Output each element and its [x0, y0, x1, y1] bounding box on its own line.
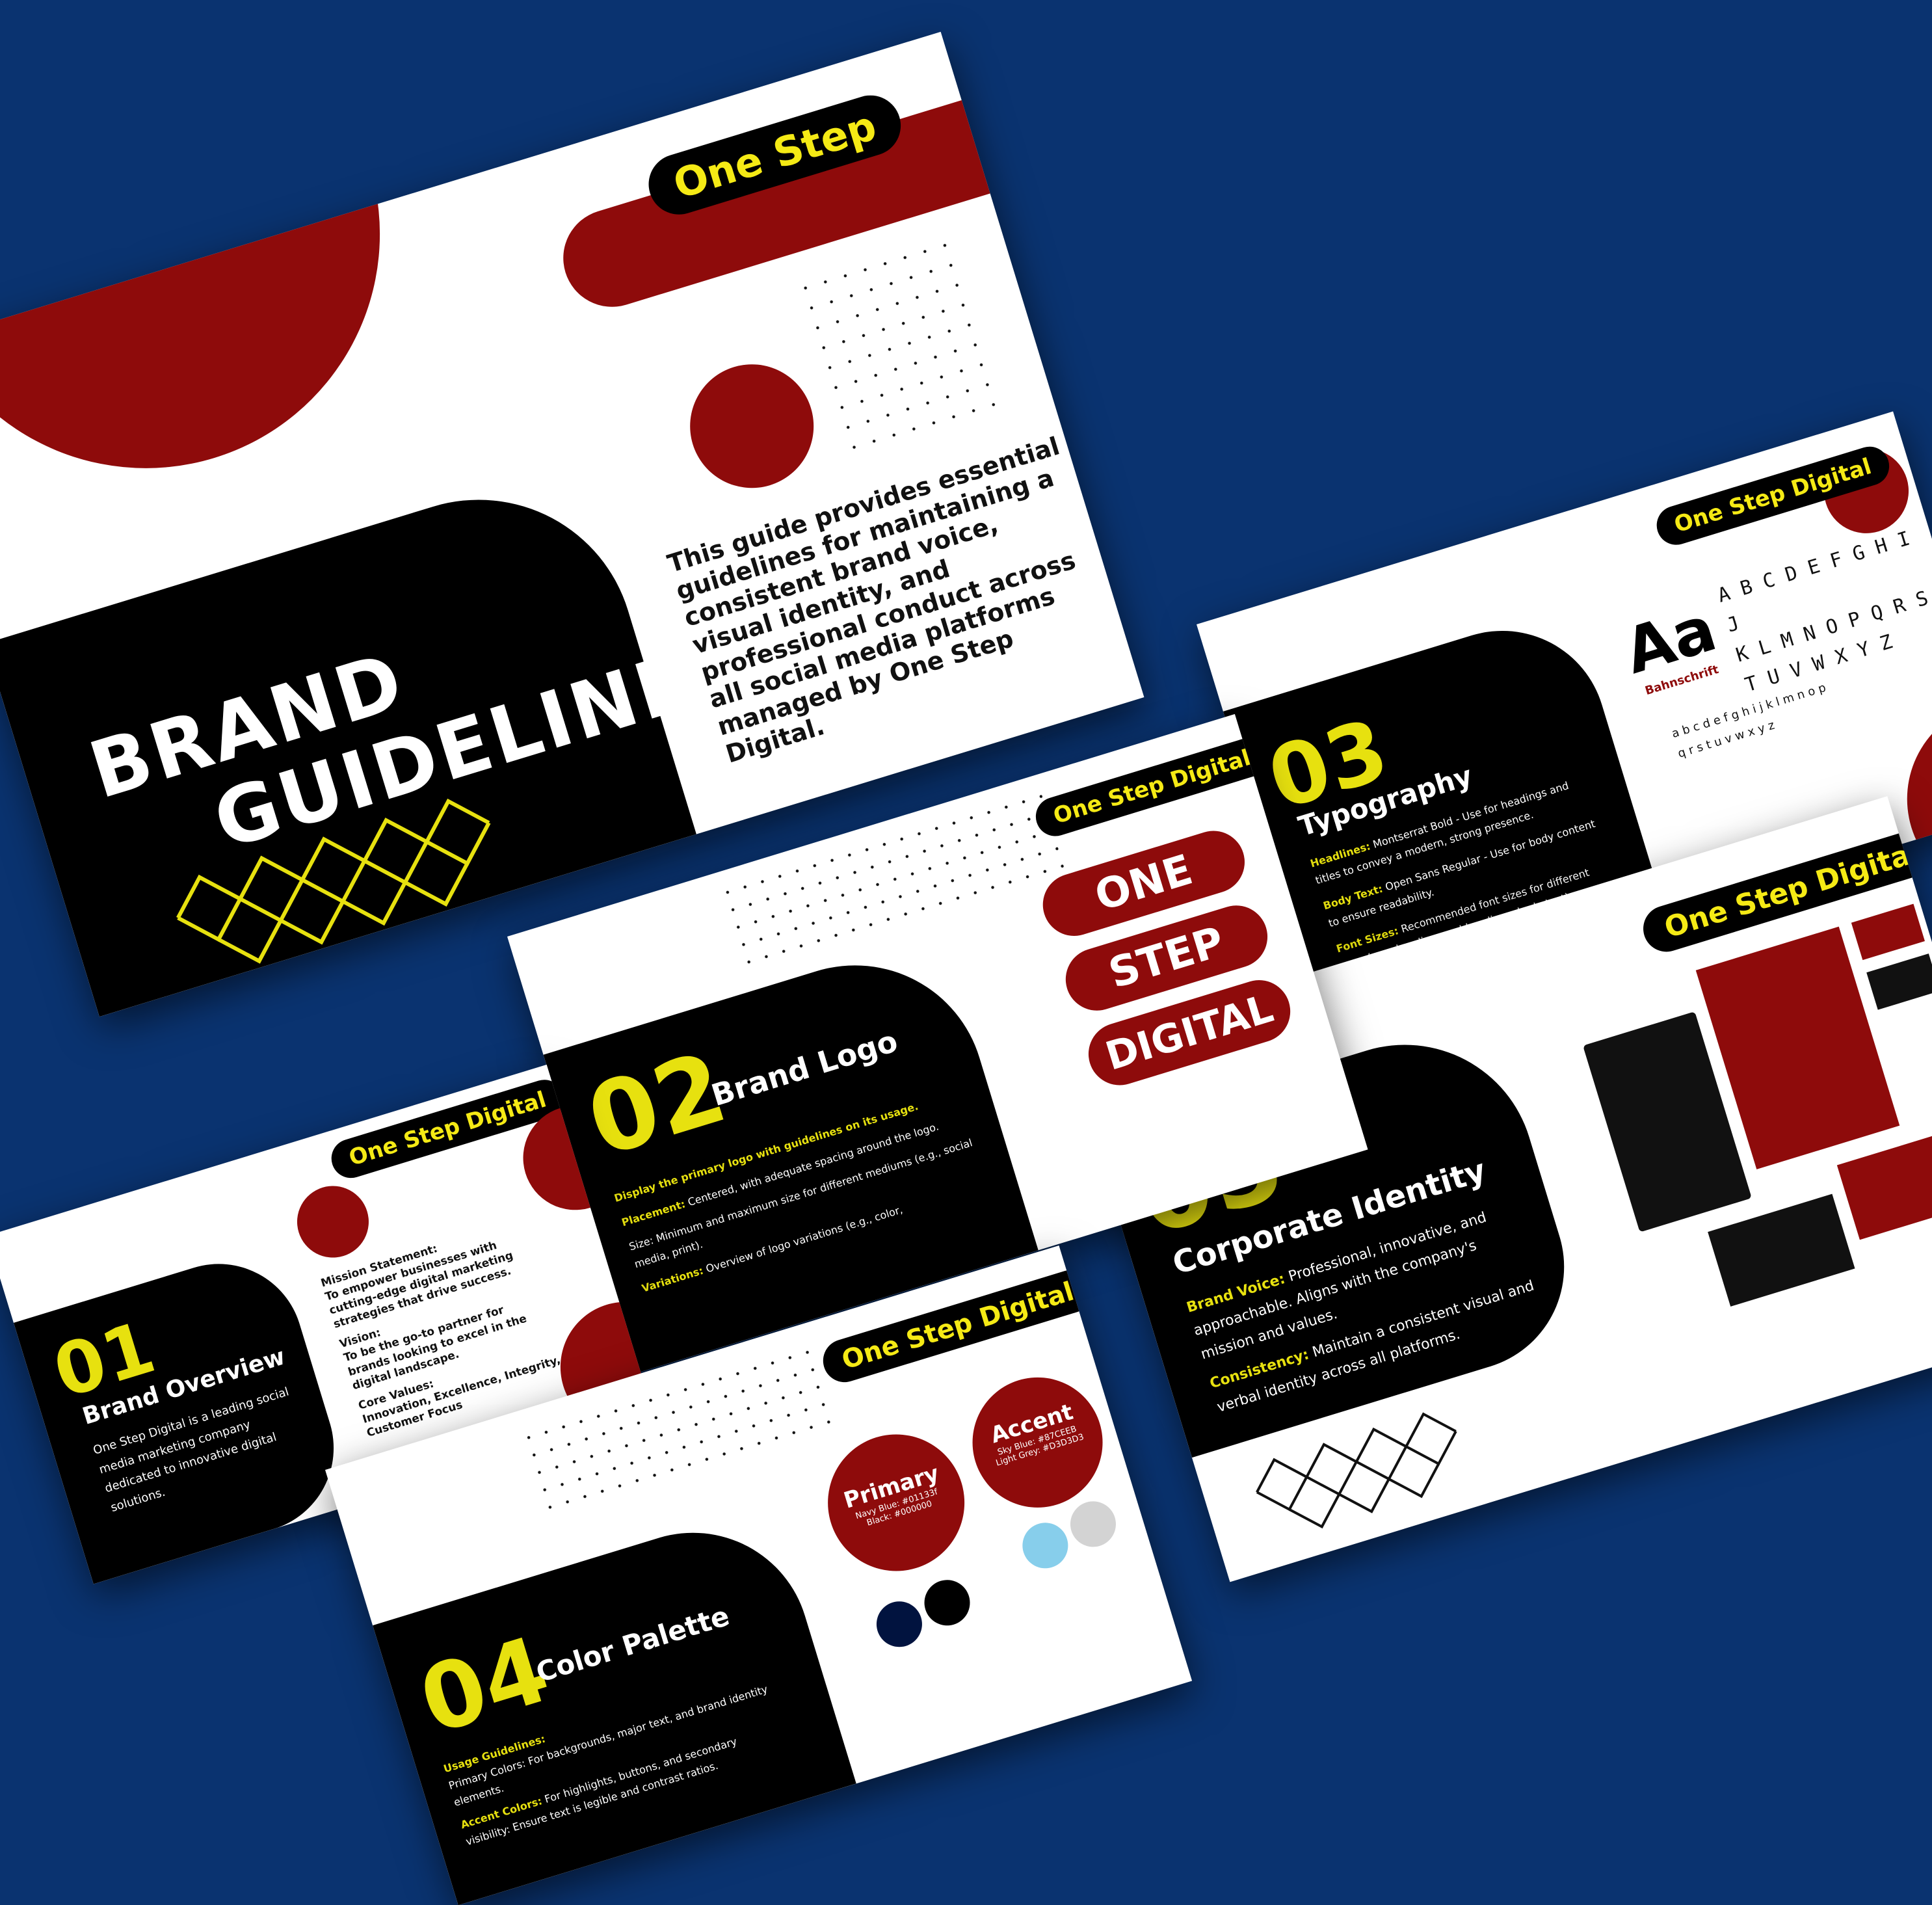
mockup-card-4 [1866, 953, 1932, 1010]
dot-grid [716, 787, 1068, 980]
primary-circle: Primary Navy Blue: #01133f Black: #00000… [811, 1417, 982, 1588]
mockup-card-5 [1708, 1193, 1855, 1307]
brand-pill: One Step Digital [1031, 733, 1273, 841]
mockup-card-3 [1851, 903, 1925, 961]
red-circle [288, 1177, 378, 1267]
page-background: { "brand_pill": "One Step Digital", "bra… [0, 0, 1932, 1905]
accent-circle: Accent Sky Blue: #87CEEB Light Grey: #D3… [956, 1361, 1119, 1524]
swatch-navy [871, 1595, 928, 1653]
swatch-sky [1016, 1517, 1074, 1575]
swatch-grey [1065, 1495, 1122, 1553]
swatch-black [918, 1574, 976, 1631]
alphabet-block: A B C D E F G H I J K L M N O P Q R S T … [1715, 527, 1931, 697]
dot-grid [792, 232, 1012, 468]
red-circle-top-left [0, 31, 438, 527]
mockup-card-6 [1836, 1127, 1932, 1240]
red-circle-small [674, 349, 829, 503]
